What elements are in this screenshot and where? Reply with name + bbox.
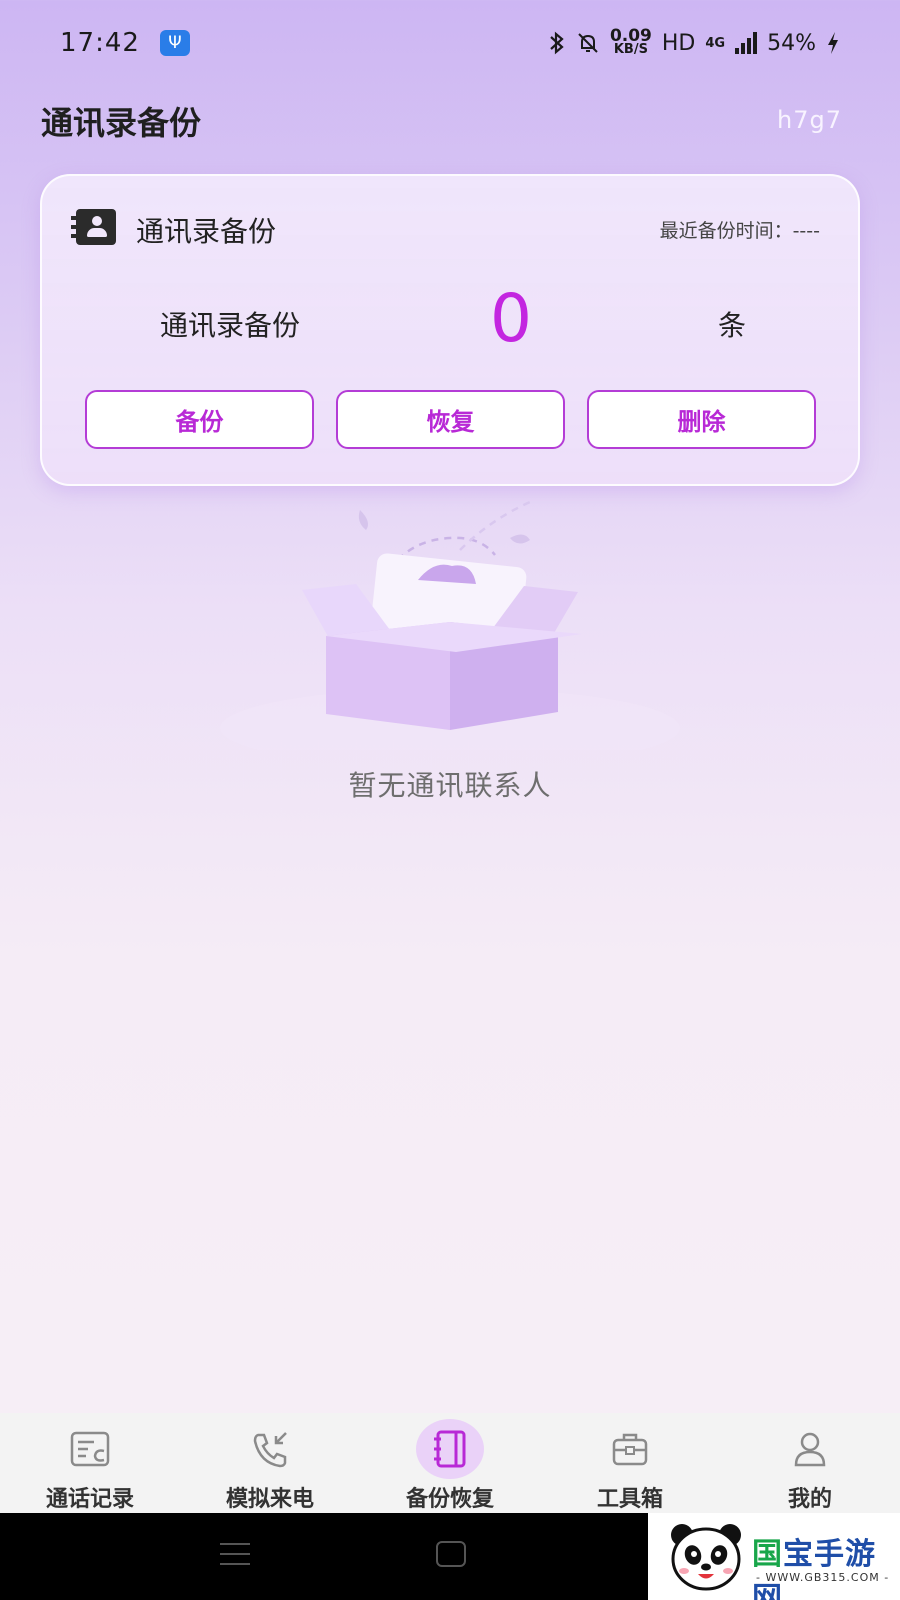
count-unit: 条 bbox=[717, 309, 746, 342]
action-buttons: 备份 恢复 删除 bbox=[85, 390, 816, 449]
nav-toolbox[interactable]: 工具箱 bbox=[540, 1413, 720, 1513]
bottom-nav: 通话记录 模拟来电 备份恢复 工具箱 我的 bbox=[0, 1413, 900, 1513]
backup-book-icon bbox=[434, 1430, 466, 1468]
user-id[interactable]: h7g7 bbox=[777, 106, 842, 134]
home-button[interactable] bbox=[436, 1541, 466, 1567]
page-title: 通讯录备份 bbox=[41, 104, 202, 142]
empty-state-text: 暂无通讯联系人 bbox=[348, 769, 552, 802]
status-bar: 17:42 Ψ 0.09 KB/S HD 4G 54% bbox=[0, 0, 900, 86]
delete-button[interactable]: 删除 bbox=[587, 390, 816, 449]
call-log-icon bbox=[70, 1431, 110, 1467]
empty-box-illustration bbox=[220, 500, 680, 750]
signal-icon bbox=[735, 32, 758, 54]
watermark-title: 国宝手游网 bbox=[752, 1537, 876, 1600]
backup-button[interactable]: 备份 bbox=[85, 390, 314, 449]
contacts-book-icon bbox=[71, 209, 116, 245]
charging-icon bbox=[828, 32, 838, 54]
bluetooth-icon bbox=[550, 31, 564, 55]
card-title: 通讯录备份 bbox=[136, 215, 277, 248]
watermark-logo: 国宝手游网 - WWW.GB315.COM - bbox=[648, 1513, 900, 1600]
nav-label-mine: 我的 bbox=[787, 1487, 832, 1512]
user-icon bbox=[794, 1432, 826, 1467]
nav-label-call-log: 通话记录 bbox=[45, 1487, 134, 1512]
backup-card: 通讯录备份 最近备份时间：---- 通讯录备份 0 条 备份 恢复 删除 bbox=[40, 174, 860, 486]
status-time: 17:42 bbox=[60, 28, 140, 58]
contact-count: 0 bbox=[490, 280, 532, 357]
nav-fake-call[interactable]: 模拟来电 bbox=[180, 1413, 360, 1513]
nav-label-fake-call: 模拟来电 bbox=[225, 1487, 314, 1512]
panda-logo-icon bbox=[671, 1524, 741, 1591]
restore-button[interactable]: 恢复 bbox=[336, 390, 565, 449]
nav-label-backup-restore: 备份恢复 bbox=[405, 1487, 494, 1512]
count-label: 通讯录备份 bbox=[160, 309, 301, 342]
network-speed: 0.09 KB/S bbox=[609, 26, 652, 57]
network-type: 4G bbox=[705, 35, 726, 51]
toolbox-icon bbox=[612, 1433, 648, 1466]
nav-mine[interactable]: 我的 bbox=[720, 1413, 900, 1513]
mute-bell-icon bbox=[578, 33, 598, 53]
system-nav-bar bbox=[0, 1513, 648, 1600]
incoming-call-icon bbox=[253, 1432, 287, 1468]
recents-button[interactable] bbox=[220, 1543, 250, 1565]
nav-backup-restore[interactable]: 备份恢复 bbox=[360, 1413, 540, 1513]
usb-icon: Ψ bbox=[159, 30, 190, 56]
last-backup-time: 最近备份时间：---- bbox=[659, 220, 820, 242]
nav-call-log[interactable]: 通话记录 bbox=[0, 1413, 180, 1513]
battery-level: 54% bbox=[767, 30, 816, 56]
watermark-url: - WWW.GB315.COM - bbox=[756, 1571, 890, 1584]
nav-label-toolbox: 工具箱 bbox=[596, 1487, 663, 1512]
hd-indicator: HD bbox=[661, 30, 696, 56]
